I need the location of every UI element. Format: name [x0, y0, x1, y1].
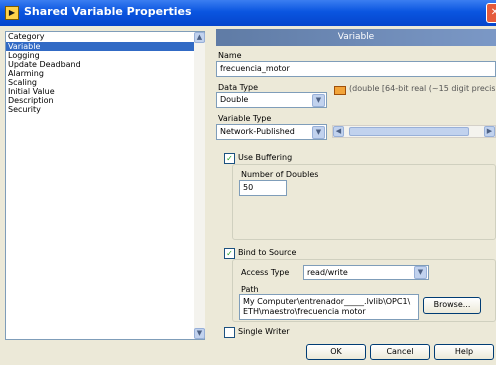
scroll-up-arrow-icon[interactable]: ▲ — [194, 32, 205, 43]
type-horizontal-scrollbar[interactable]: ◀ ▶ — [332, 125, 496, 138]
type-description: (double [64-bit real (~15 digit precisio… — [349, 84, 495, 93]
sidebar-item-initial-value[interactable]: Initial Value — [6, 87, 194, 96]
data-type-select[interactable]: Double ▼ — [216, 92, 327, 108]
window-title: Shared Variable Properties — [24, 5, 192, 18]
sidebar-item-description[interactable]: Description — [6, 96, 194, 105]
access-type-value: read/write — [307, 268, 348, 277]
use-buffering-label: Use Buffering — [238, 153, 293, 162]
path-input[interactable]: My Computer\entrenador_____.lvlib\OPC1\ … — [239, 294, 419, 320]
access-type-label: Access Type — [241, 268, 290, 277]
bind-source-group: Access Type read/write ▼ Path My Compute… — [232, 259, 496, 322]
sidebar-item-logging[interactable]: Logging — [6, 51, 194, 60]
cancel-button[interactable]: Cancel — [370, 344, 430, 360]
path-line-2: ETH\maestro\frecuencia motor — [243, 307, 366, 316]
data-type-label: Data Type — [218, 83, 259, 92]
buffering-group: Number of Doubles 50 — [232, 164, 496, 240]
num-doubles-input[interactable]: 50 — [239, 180, 287, 196]
category-list: Category Variable Logging Update Deadban… — [5, 31, 205, 340]
bind-source-checkbox[interactable]: ✓ — [224, 248, 235, 259]
title-bar: ▶ Shared Variable Properties ✕ — [0, 0, 496, 26]
scroll-right-arrow-icon[interactable]: ▶ — [484, 126, 495, 137]
sidebar-item-alarming[interactable]: Alarming — [6, 69, 194, 78]
sidebar-item-security[interactable]: Security — [6, 105, 194, 114]
path-line-1: My Computer\entrenador_____.lvlib\OPC1\ — [243, 297, 411, 306]
use-buffering-checkbox[interactable]: ✓ — [224, 153, 235, 164]
name-label: Name — [218, 51, 242, 60]
close-button[interactable]: ✕ — [486, 3, 496, 23]
scroll-left-arrow-icon[interactable]: ◀ — [333, 126, 344, 137]
path-label: Path — [241, 285, 259, 294]
close-icon: ✕ — [490, 7, 496, 18]
access-type-select[interactable]: read/write ▼ — [303, 265, 429, 280]
name-input[interactable]: frecuencia_motor — [216, 61, 496, 77]
browse-button[interactable]: Browse... — [423, 297, 481, 314]
sidebar-scrollbar[interactable] — [194, 42, 205, 329]
labview-icon: ▶ — [5, 6, 19, 20]
help-button[interactable]: Help — [434, 344, 494, 360]
bind-source-label: Bind to Source — [238, 248, 297, 257]
single-writer-checkbox[interactable] — [224, 327, 235, 338]
panel-banner: Variable — [216, 29, 496, 46]
sidebar-item-scaling[interactable]: Scaling — [6, 78, 194, 87]
variable-type-select[interactable]: Network-Published ▼ — [216, 124, 327, 140]
num-doubles-label: Number of Doubles — [241, 170, 319, 179]
scroll-thumb[interactable] — [349, 127, 469, 136]
chevron-down-icon[interactable]: ▼ — [312, 94, 325, 107]
dbl-type-icon — [334, 86, 346, 95]
ok-button[interactable]: OK — [306, 344, 366, 360]
data-type-value: Double — [220, 95, 249, 104]
single-writer-label: Single Writer — [238, 327, 290, 336]
chevron-down-icon[interactable]: ▼ — [312, 126, 325, 139]
chevron-down-icon[interactable]: ▼ — [414, 266, 427, 279]
variable-type-value: Network-Published — [220, 127, 295, 136]
sidebar-item-update-deadband[interactable]: Update Deadband — [6, 60, 194, 69]
sidebar-item-variable[interactable]: Variable — [6, 42, 194, 51]
variable-type-label: Variable Type — [218, 114, 272, 123]
scroll-down-arrow-icon[interactable]: ▼ — [194, 328, 205, 339]
category-header: Category — [8, 32, 45, 41]
